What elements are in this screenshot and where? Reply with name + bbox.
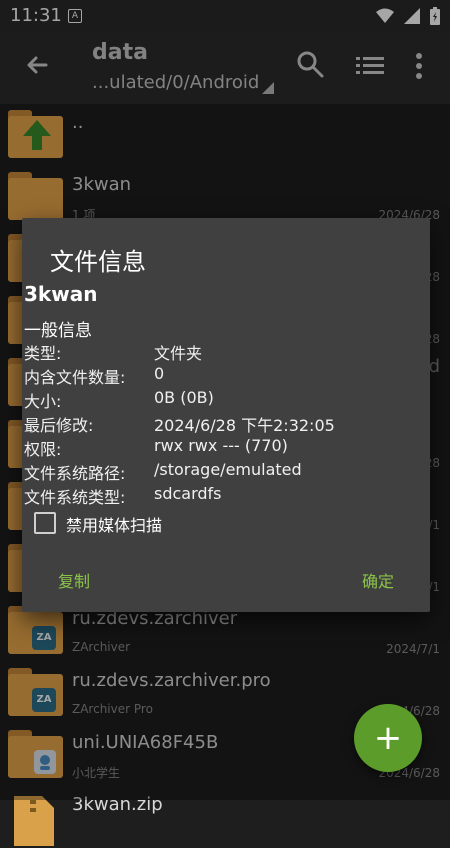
info-row-fs-path: 文件系统路径: /storage/emulated xyxy=(24,460,428,484)
info-value: 文件夹 xyxy=(154,344,203,363)
info-value: 0 xyxy=(154,364,165,383)
info-row-file-count: 内含文件数量: 0 xyxy=(24,364,428,388)
info-row-modified: 最后修改: 2024/6/28 下午2:32:05 xyxy=(24,412,428,436)
zip-file-icon xyxy=(14,796,54,846)
disable-media-scan-checkbox[interactable] xyxy=(34,512,56,534)
info-label: 内含文件数量: xyxy=(24,368,126,387)
dialog-file-name: 3kwan xyxy=(24,282,98,306)
file-info-dialog: 文件信息 3kwan 一般信息 类型: 文件夹 内含文件数量: 0 大小: 0B… xyxy=(22,218,430,612)
info-value: sdcardfs xyxy=(154,484,222,503)
section-general-info: 一般信息 xyxy=(24,321,92,341)
info-row-permissions: 权限: rwx rwx --- (770) xyxy=(24,436,428,460)
info-label: 文件系统类型: xyxy=(24,488,126,507)
copy-button[interactable]: 复制 xyxy=(58,568,90,592)
info-label: 类型: xyxy=(24,344,62,363)
info-value: 2024/6/28 下午2:32:05 xyxy=(154,416,335,435)
dialog-title: 文件信息 xyxy=(50,248,146,276)
info-label: 最后修改: xyxy=(24,416,94,435)
info-label: 文件系统路径: xyxy=(24,464,126,483)
info-row-size: 大小: 0B (0B) xyxy=(24,388,428,412)
add-fab-button[interactable]: + xyxy=(354,704,422,772)
ok-button[interactable]: 确定 xyxy=(362,568,394,592)
disable-media-scan-label[interactable]: 禁用媒体扫描 xyxy=(66,512,162,536)
info-row-type: 类型: 文件夹 xyxy=(24,340,428,364)
plus-icon: + xyxy=(373,718,403,758)
info-label: 权限: xyxy=(24,440,62,459)
info-value: /storage/emulated xyxy=(154,460,302,479)
info-row-fs-type: 文件系统类型: sdcardfs xyxy=(24,484,428,508)
info-value: rwx rwx --- (770) xyxy=(154,436,288,455)
info-label: 大小: xyxy=(24,392,62,411)
info-value: 0B (0B) xyxy=(154,388,214,407)
